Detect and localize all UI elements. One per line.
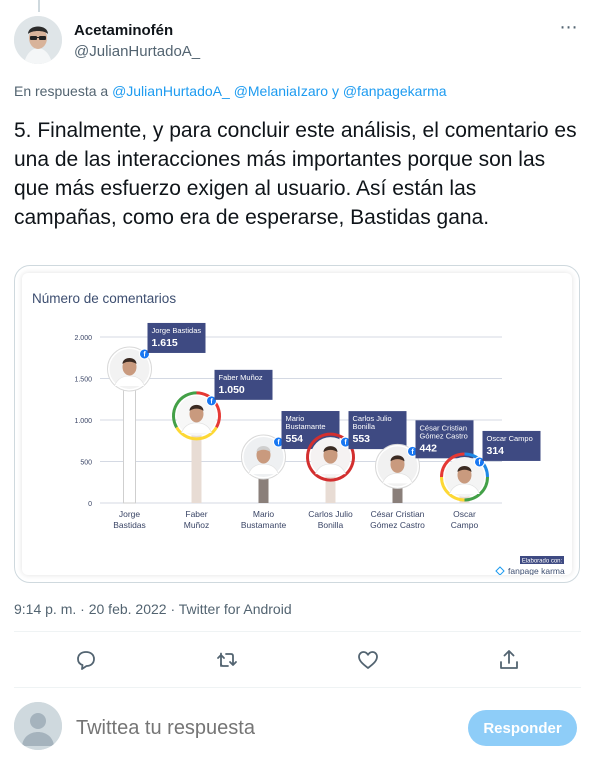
credit-line1: Elaborado con: xyxy=(522,559,563,565)
mention-link[interactable]: @JulianHurtadoA_ xyxy=(112,83,230,99)
y-tick-label: 500 xyxy=(80,460,92,467)
x-tick-label: Bustamante xyxy=(241,520,287,530)
author-avatar[interactable] xyxy=(14,16,62,64)
x-tick-label: Oscar xyxy=(453,509,476,519)
share-icon[interactable] xyxy=(497,648,521,672)
mention-link[interactable]: @MelaniaIzaro xyxy=(234,83,328,99)
author-handle[interactable]: @JulianHurtadoA_ xyxy=(74,42,200,62)
candidate-name-label: Bustamante xyxy=(286,422,326,431)
data-label: 554 xyxy=(286,433,304,445)
reply-composer: Responder xyxy=(0,695,595,766)
x-tick-label: Mario xyxy=(253,509,275,519)
data-label: 1.050 xyxy=(219,384,245,396)
tweet-header: Acetaminofén @JulianHurtadoA_ ⋯ xyxy=(14,16,581,66)
default-avatar-icon xyxy=(14,702,62,750)
reply-to-prefix: En respuesta a xyxy=(14,83,109,99)
meta-separator: · xyxy=(170,601,176,617)
reply-input[interactable] xyxy=(76,715,436,741)
candidate-name-label: Oscar Campo xyxy=(487,434,533,443)
tweet-metadata: 9:14 p. m. · 20 feb. 2022 · Twitter for … xyxy=(14,601,292,617)
x-tick-label: Campo xyxy=(451,520,479,530)
candidate-name-label: Jorge Bastidas xyxy=(152,326,202,335)
y-tick-label: 1.500 xyxy=(74,377,92,384)
candidate-name-label: Bonilla xyxy=(353,422,376,431)
data-label: 553 xyxy=(353,433,371,445)
data-label: 314 xyxy=(487,445,505,457)
retweet-icon[interactable] xyxy=(215,648,239,672)
current-user-avatar[interactable] xyxy=(14,702,62,750)
like-icon[interactable] xyxy=(356,648,380,672)
candidate-name-label: Gómez Castro xyxy=(420,431,468,440)
x-tick-label: Jorge xyxy=(119,509,141,519)
divider xyxy=(14,631,581,632)
reply-button[interactable]: Responder xyxy=(468,710,577,746)
tweet-date[interactable]: 20 feb. 2022 xyxy=(89,601,167,617)
x-tick-label: Carlos Julio xyxy=(308,509,353,519)
y-tick-label: 2.000 xyxy=(74,335,92,342)
reply-icon[interactable] xyxy=(74,648,98,672)
mention-link[interactable]: @fanpagekarma xyxy=(343,83,447,99)
x-tick-label: Faber xyxy=(185,509,207,519)
data-label: 1.615 xyxy=(152,337,178,349)
x-tick-label: César Cristian xyxy=(371,509,425,519)
candidate-name-label: Faber Muñoz xyxy=(219,373,263,382)
reply-to-line: En respuesta a @JulianHurtadoA_ @Melania… xyxy=(14,83,447,99)
x-tick-label: Gómez Castro xyxy=(370,520,425,530)
action-bar xyxy=(14,640,581,680)
meta-separator: · xyxy=(80,601,85,617)
y-tick-label: 0 xyxy=(88,501,92,508)
tweet-text: 5. Finalmente, y para concluir este anál… xyxy=(14,119,577,229)
divider xyxy=(14,687,581,688)
credit-line2: fanpage karma xyxy=(508,566,565,575)
reply-to-conjunction: y xyxy=(331,83,339,99)
author-display-name[interactable]: Acetaminofén xyxy=(74,22,200,40)
comments-chart: Número de comentarios 0 500 1.000 1.500 2.000… xyxy=(32,291,565,576)
chart-title: Número de comentarios xyxy=(32,291,176,306)
data-label: 442 xyxy=(420,442,438,454)
tweet-time[interactable]: 9:14 p. m. xyxy=(14,601,76,617)
tweet-media[interactable]: Número de comentarios 0 500 1.000 1.500 2.000… xyxy=(14,265,580,583)
x-tick-label: Bonilla xyxy=(318,520,344,530)
x-tick-label: Bastidas xyxy=(113,520,146,530)
more-options-icon[interactable]: ⋯ xyxy=(559,18,579,36)
author-avatar-image xyxy=(14,16,62,64)
x-tick-label: Muñoz xyxy=(184,520,210,530)
tweet-source: Twitter for Android xyxy=(178,601,292,617)
chart-card: Número de comentarios 0 500 1.000 1.500 2.000… xyxy=(22,273,572,576)
y-tick-label: 1.000 xyxy=(74,418,92,425)
thread-line xyxy=(38,0,40,12)
fanpage-karma-logo-icon xyxy=(495,566,505,576)
